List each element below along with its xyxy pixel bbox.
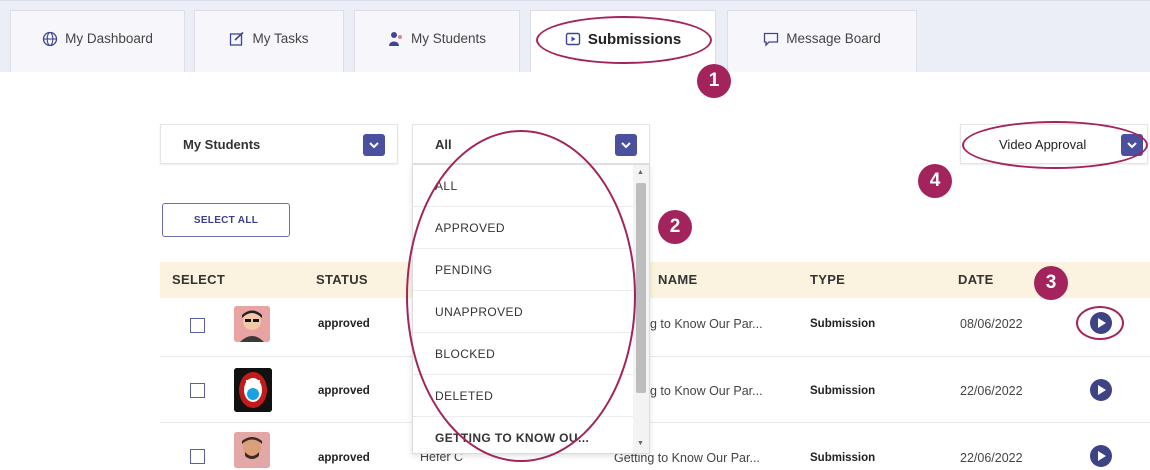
tab-message-board[interactable]: Message Board	[727, 10, 917, 72]
row-checkbox[interactable]	[190, 383, 205, 398]
students-icon	[388, 32, 402, 46]
step-marker: 2	[658, 210, 692, 244]
step-marker: 4	[918, 164, 952, 198]
dropdown-scrollbar[interactable]: ▲ ▼	[633, 165, 649, 453]
select-all-button[interactable]: SELECT ALL	[162, 203, 290, 237]
row-type: Submission	[810, 385, 876, 397]
scrollbar-thumb[interactable]	[636, 183, 646, 393]
row-status: approved	[318, 318, 370, 330]
tab-label: Submissions	[587, 31, 682, 48]
header-select: SELECT	[172, 272, 226, 287]
students-select[interactable]: My Students	[160, 124, 398, 164]
chevron-down-icon	[1121, 134, 1143, 156]
play-icon[interactable]	[1090, 379, 1112, 401]
avatar	[234, 432, 270, 468]
option-deleted[interactable]: DELETED	[413, 375, 633, 417]
tab-label: My Students	[410, 31, 487, 46]
globe-icon	[42, 31, 58, 47]
header-type: TYPE	[810, 272, 846, 287]
row-date: 22/06/2022	[960, 384, 1023, 398]
step-marker: 3	[1034, 266, 1068, 300]
approval-select[interactable]: Video Approval	[960, 124, 1148, 164]
tab-my-students[interactable]: My Students	[354, 10, 520, 72]
chat-icon	[764, 32, 779, 47]
approval-select-value: Video Approval	[999, 136, 1087, 152]
avatar	[234, 306, 270, 342]
play-icon[interactable]	[1090, 445, 1112, 467]
edit-icon	[230, 31, 245, 46]
step-marker: 1	[697, 64, 731, 98]
row-type: Submission	[810, 452, 876, 464]
scroll-up-icon[interactable]: ▲	[637, 169, 644, 176]
row-task-name: g to Know Our Par...	[650, 317, 763, 331]
row-divider	[160, 356, 1150, 357]
option-unapproved[interactable]: UNAPPROVED	[413, 291, 633, 333]
row-date: 22/06/2022	[960, 451, 1023, 465]
tab-my-tasks[interactable]: My Tasks	[194, 10, 344, 72]
tab-my-dashboard[interactable]: My Dashboard	[10, 10, 185, 72]
tab-label: My Tasks	[252, 31, 309, 46]
header-name: NAME	[658, 272, 698, 287]
tab-label: My Dashboard	[65, 31, 153, 46]
tab-label: Message Board	[786, 31, 881, 46]
row-date: 08/06/2022	[960, 317, 1023, 331]
row-type: Submission	[810, 318, 876, 330]
option-pending[interactable]: PENDING	[413, 249, 633, 291]
row-task-name: g to Know Our Par...	[650, 384, 763, 398]
row-checkbox[interactable]	[190, 449, 205, 464]
row-checkbox[interactable]	[190, 318, 205, 333]
option-blocked[interactable]: BLOCKED	[413, 333, 633, 375]
status-dropdown-menu: ALL APPROVED PENDING UNAPPROVED BLOCKED …	[412, 164, 650, 454]
play-icon[interactable]	[1090, 312, 1112, 334]
header-date: DATE	[958, 272, 994, 287]
status-select[interactable]: All	[412, 124, 650, 164]
scroll-down-icon[interactable]: ▼	[637, 440, 644, 447]
chevron-down-icon	[615, 134, 637, 156]
avatar	[234, 368, 272, 412]
option-getting-to-know[interactable]: GETTING TO KNOW OU...	[413, 417, 633, 453]
status-select-value: All	[435, 136, 452, 152]
video-icon	[565, 32, 581, 46]
row-divider	[160, 422, 1150, 423]
option-all[interactable]: ALL	[413, 165, 633, 207]
students-select-value: My Students	[183, 136, 261, 152]
tab-submissions[interactable]: Submissions	[530, 10, 716, 72]
option-approved[interactable]: APPROVED	[413, 207, 633, 249]
chevron-down-icon	[363, 134, 385, 156]
row-status: approved	[318, 385, 370, 397]
header-status: STATUS	[316, 272, 368, 287]
table-header	[160, 262, 1150, 298]
row-status: approved	[318, 452, 370, 464]
